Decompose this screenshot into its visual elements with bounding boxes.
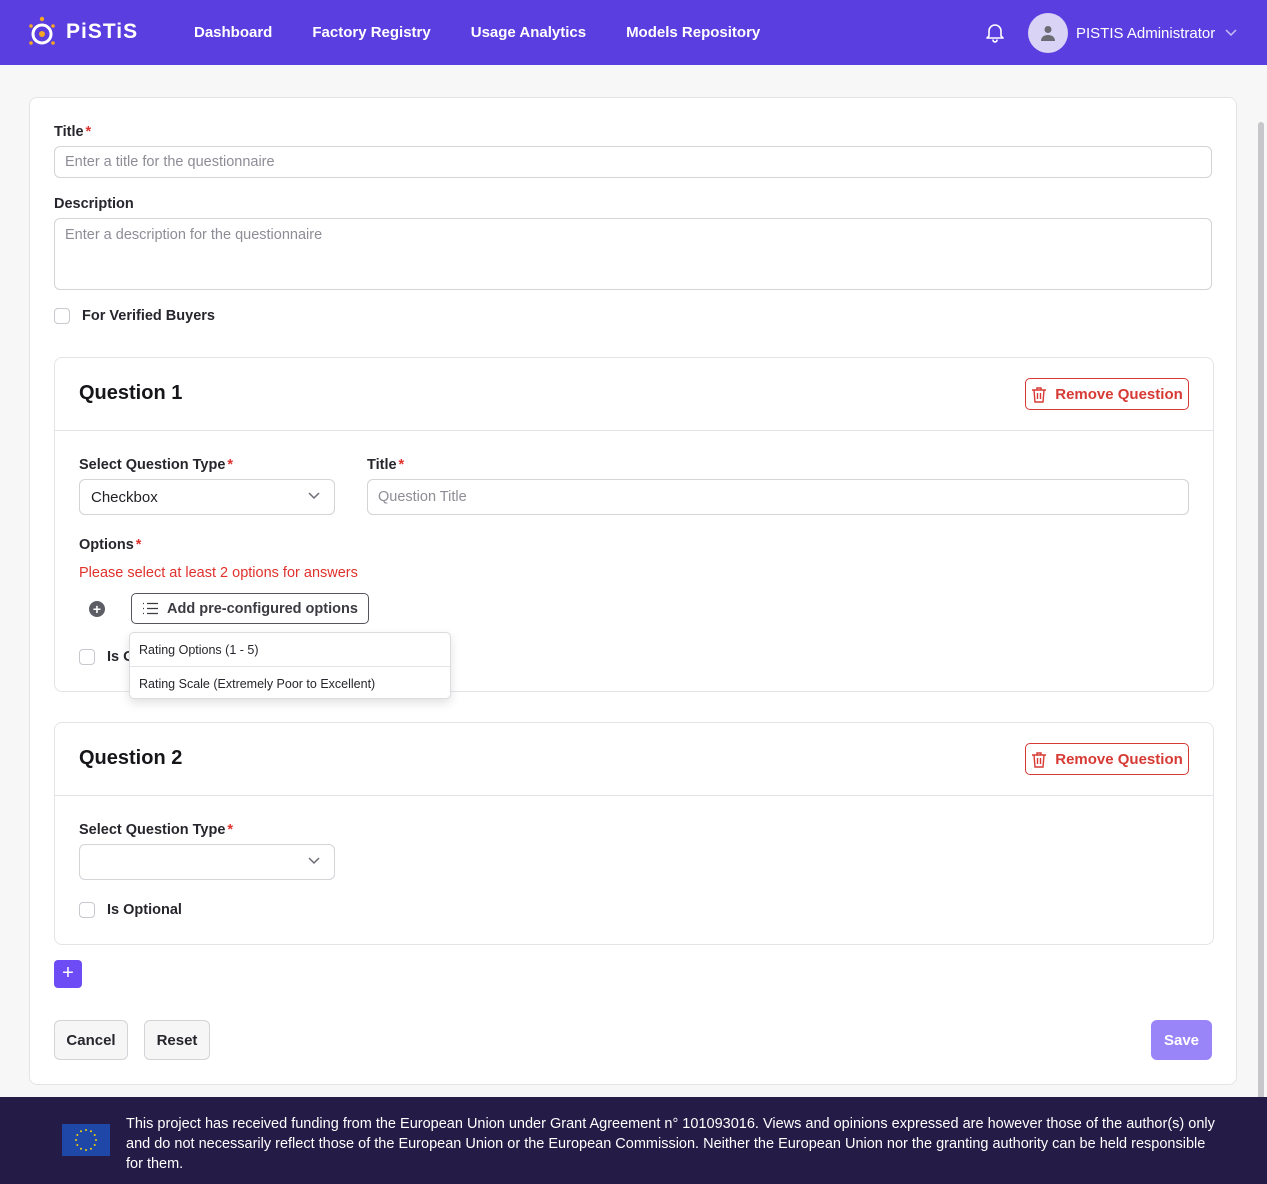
trash-icon bbox=[1032, 751, 1047, 768]
add-preconfigured-options-button[interactable]: Add pre-configured options bbox=[131, 593, 369, 624]
avatar bbox=[1028, 13, 1068, 53]
is-optional-checkbox[interactable] bbox=[79, 902, 95, 918]
reset-button[interactable]: Reset bbox=[144, 1020, 210, 1060]
question-type-select[interactable]: Checkbox bbox=[79, 479, 335, 515]
title-input[interactable] bbox=[54, 146, 1212, 178]
page-scrollbar[interactable] bbox=[1258, 122, 1264, 1102]
question-type-label: Select Question Type * bbox=[79, 457, 234, 473]
add-question-button[interactable]: + bbox=[54, 960, 82, 988]
is-optional-label: Is Optional bbox=[107, 902, 182, 918]
chevron-down-icon bbox=[308, 492, 320, 500]
question-title-label: Title * bbox=[367, 457, 405, 473]
preconfigured-options-dropdown: Rating Options (1 - 5) Rating Scale (Ext… bbox=[129, 632, 451, 699]
question-title: Question 1 bbox=[79, 382, 183, 404]
pistis-logo-icon bbox=[29, 16, 55, 45]
question-card-2: Question 2 Remove Question Select Questi… bbox=[54, 722, 1214, 945]
is-optional-checkbox[interactable] bbox=[79, 649, 95, 665]
user-icon bbox=[1041, 26, 1055, 41]
chevron-down-icon bbox=[1225, 29, 1237, 37]
question-header: Question 1 Remove Question bbox=[55, 358, 1213, 431]
add-option-icon[interactable]: + bbox=[89, 601, 105, 617]
funding-disclaimer: This project has received funding from t… bbox=[126, 1116, 1215, 1172]
nav-factory-registry[interactable]: Factory Registry bbox=[312, 24, 430, 41]
nav-models-repository[interactable]: Models Repository bbox=[626, 24, 760, 41]
dropdown-item-rating-options[interactable]: Rating Options (1 - 5) bbox=[130, 633, 450, 666]
verified-buyers-checkbox[interactable] bbox=[54, 308, 70, 324]
list-icon bbox=[143, 602, 158, 615]
funding-footer: This project has received funding from t… bbox=[0, 1097, 1267, 1184]
brand-logo[interactable]: PiSTiS bbox=[28, 16, 138, 48]
question-type-value: Checkbox bbox=[91, 488, 158, 506]
top-navigation-bar: PiSTiS Dashboard Factory Registry Usage … bbox=[0, 0, 1267, 65]
question-type-label: Select Question Type * bbox=[79, 822, 234, 838]
question-type-select[interactable] bbox=[79, 844, 335, 880]
remove-question-button[interactable]: Remove Question bbox=[1025, 743, 1189, 775]
user-name: PISTIS Administrator bbox=[1076, 24, 1216, 42]
chevron-down-icon bbox=[308, 857, 320, 865]
verified-buyers-label: For Verified Buyers bbox=[82, 308, 215, 324]
dropdown-item-rating-scale[interactable]: Rating Scale (Extremely Poor to Excellen… bbox=[130, 667, 450, 700]
description-input[interactable] bbox=[54, 218, 1212, 290]
user-menu[interactable]: PISTIS Administrator bbox=[1028, 13, 1237, 53]
nav-usage-analytics[interactable]: Usage Analytics bbox=[471, 24, 586, 41]
nav-dashboard[interactable]: Dashboard bbox=[194, 24, 272, 41]
save-button[interactable]: Save bbox=[1151, 1020, 1212, 1060]
question-title: Question 2 bbox=[79, 747, 183, 769]
options-label: Options * bbox=[79, 537, 142, 553]
questionnaire-form-card: Title* Description For Verified Buyers Q… bbox=[29, 97, 1237, 1085]
trash-icon bbox=[1032, 386, 1047, 403]
question-title-input[interactable] bbox=[367, 479, 1189, 515]
question-header: Question 2 Remove Question bbox=[55, 723, 1213, 796]
cancel-button[interactable]: Cancel bbox=[54, 1020, 128, 1060]
title-label: Title * bbox=[54, 124, 92, 140]
notification-bell-icon[interactable] bbox=[983, 20, 1007, 44]
description-label: Description bbox=[54, 196, 134, 212]
eu-flag-icon bbox=[62, 1124, 110, 1156]
brand-name: PiSTiS bbox=[66, 20, 139, 43]
options-error-message: Please select at least 2 options for ans… bbox=[79, 565, 358, 581]
remove-question-button[interactable]: Remove Question bbox=[1025, 378, 1189, 410]
main-nav: Dashboard Factory Registry Usage Analyti… bbox=[194, 0, 800, 65]
